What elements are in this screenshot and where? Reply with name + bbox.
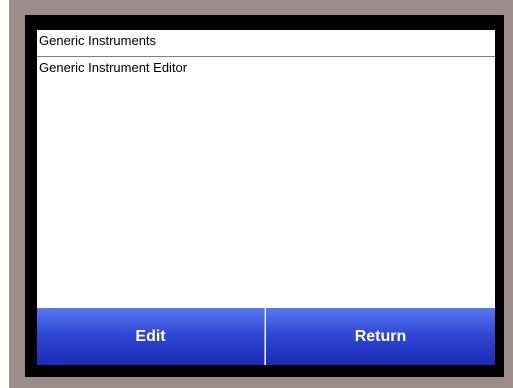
button-bar: Edit Return [37,308,495,365]
list-item-generic-instrument-editor[interactable]: Generic Instrument Editor [37,58,495,78]
edit-button[interactable]: Edit [37,308,265,365]
instrument-list: Generic Instrument Editor [37,58,495,336]
page-title: Generic Instruments [37,30,495,57]
screen: Generic Instruments Generic Instrument E… [37,30,495,365]
return-button[interactable]: Return [266,308,495,365]
